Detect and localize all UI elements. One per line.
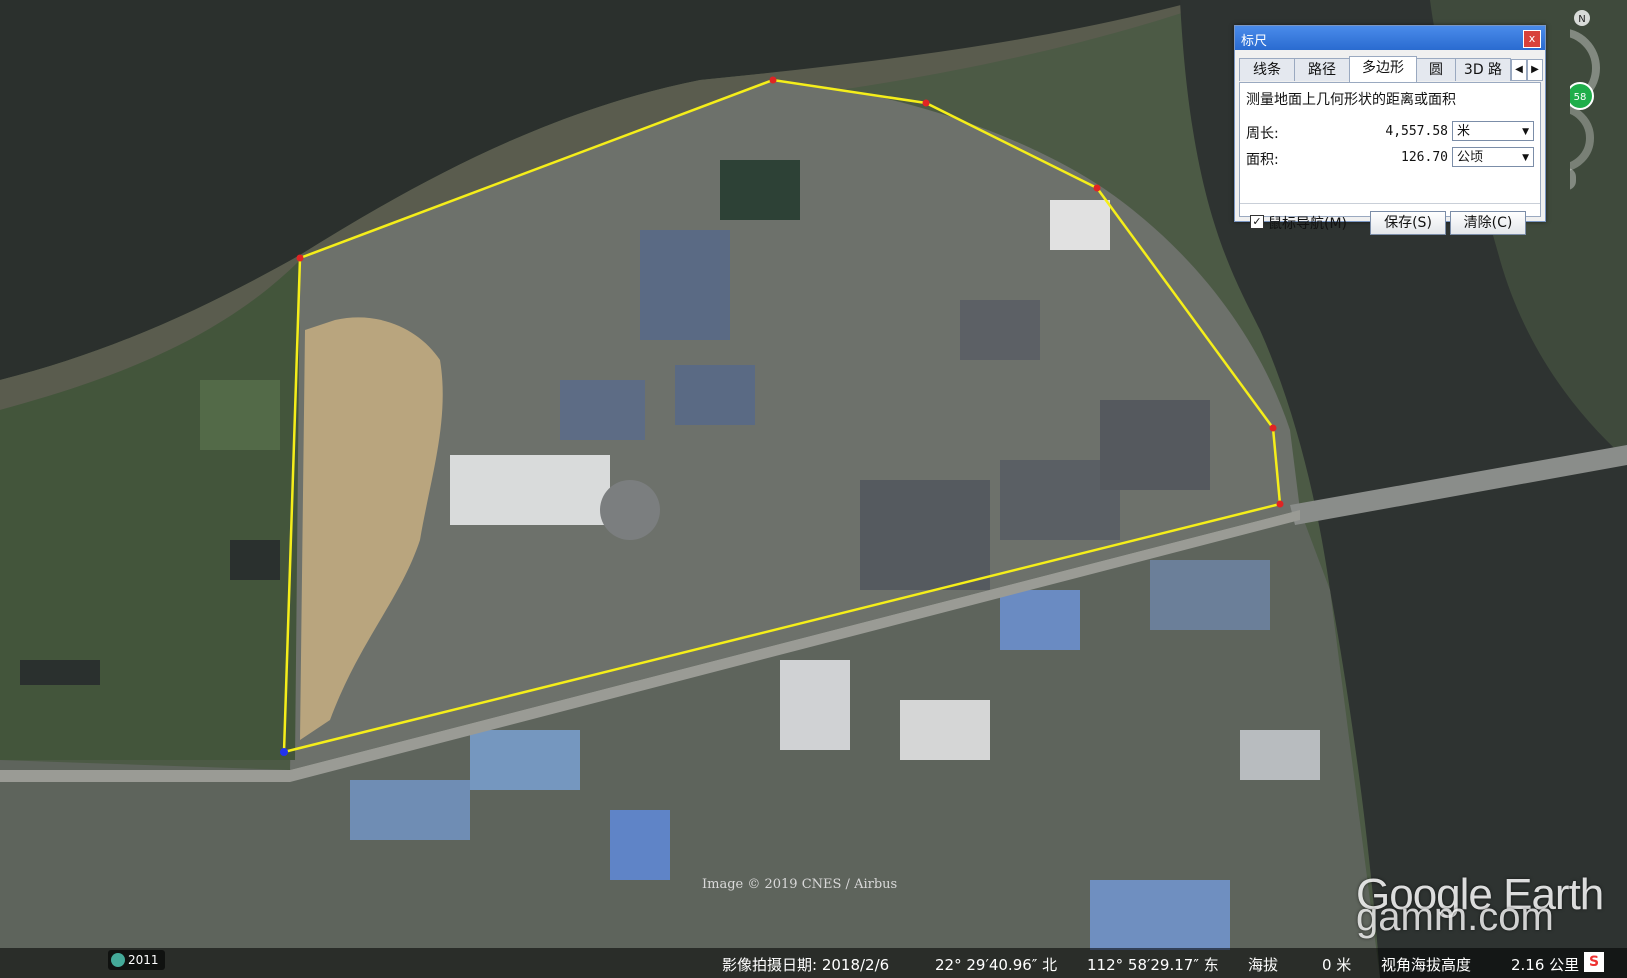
longitude-readout: 112° 58′29.17″ 东 [1087,956,1219,974]
elevation-label: 海拔 [1248,956,1279,974]
clock-icon [111,953,125,967]
latitude-readout: 22° 29′40.96″ 北 [935,956,1058,974]
north-label: N [1578,14,1585,25]
ruler-panel: 测量地面上几何形状的距离或面积 周长: 4,557.58 米 ▼ 面积: 126… [1239,82,1541,235]
elevation-value: 0 米 [1322,956,1352,974]
tab-polygon[interactable]: 多边形 [1349,56,1417,82]
divider [1240,203,1540,204]
eye-altitude-label: 视角海拔高度 [1381,956,1472,974]
zoom-badge: 58 [1574,92,1587,103]
perimeter-unit: 米 [1457,124,1471,139]
move-ring-icon[interactable] [1526,104,1594,172]
area-unit: 公顷 [1457,150,1484,165]
imagery-copyright: Image © 2019 CNES / Airbus [702,877,898,892]
capture-date: 影像拍摄日期: 2018/2/6 [722,956,890,974]
tab-scroll-left-icon[interactable]: ◀ [1511,59,1527,81]
navigation-controls[interactable]: N 58 [1520,8,1627,338]
clear-button[interactable]: 清除(C) [1450,211,1526,235]
status-bar: 影像拍摄日期: 2018/2/6 22° 29′40.96″ 北 112° 58… [0,948,1627,978]
area-value: 126.70 [1401,150,1448,165]
ruler-description: 测量地面上几何形状的距离或面积 [1246,92,1456,108]
tab-circle[interactable]: 圆 [1416,58,1456,81]
vertex-marker[interactable] [1276,500,1284,508]
area-label: 面积: [1246,152,1279,168]
perimeter-label: 周长: [1246,126,1279,142]
vertex-marker[interactable] [1093,184,1101,192]
mouse-nav-label[interactable]: 鼠标导航(M) [1268,213,1347,233]
close-button[interactable]: x [1523,30,1541,48]
ruler-dialog: 标尺 x 线条 路径 多边形 圆 3D 路 ◀ ▶ 测量地面上几何形状的距离或面… [1234,25,1546,235]
vertex-marker[interactable] [296,254,304,262]
vertex-marker[interactable] [769,76,777,84]
ruler-tabs: 线条 路径 多边形 圆 3D 路 ◀ ▶ [1239,56,1543,82]
perimeter-value: 4,557.58 [1385,124,1448,139]
ruler-title: 标尺 [1241,34,1268,49]
vertex-marker[interactable] [1269,424,1277,432]
tab-3d-path[interactable]: 3D 路 [1455,58,1511,81]
save-button[interactable]: 保存(S) [1370,211,1446,235]
ruler-titlebar[interactable]: 标尺 x [1235,26,1545,50]
tab-line[interactable]: 线条 [1239,58,1295,81]
year-label: 2011 [128,953,159,967]
perimeter-unit-select[interactable]: 米 ▼ [1452,121,1534,141]
chevron-down-icon: ▼ [1522,127,1529,137]
tab-path[interactable]: 路径 [1294,58,1350,81]
ime-indicator-icon[interactable]: S [1584,952,1604,972]
eye-altitude-value: 2.16 公里 [1511,956,1580,974]
area-unit-select[interactable]: 公顷 ▼ [1452,147,1534,167]
vertex-marker-active[interactable] [280,748,288,756]
mouse-nav-checkbox[interactable]: ✓ [1250,215,1264,229]
site-watermark: gamm.com [1356,895,1554,939]
street-view-icon[interactable] [1558,168,1576,190]
vertex-marker[interactable] [922,99,930,107]
chevron-down-icon: ▼ [1522,153,1529,163]
tab-scroll-right-icon[interactable]: ▶ [1527,59,1543,81]
historical-imagery-button[interactable]: 2011 [108,950,165,970]
